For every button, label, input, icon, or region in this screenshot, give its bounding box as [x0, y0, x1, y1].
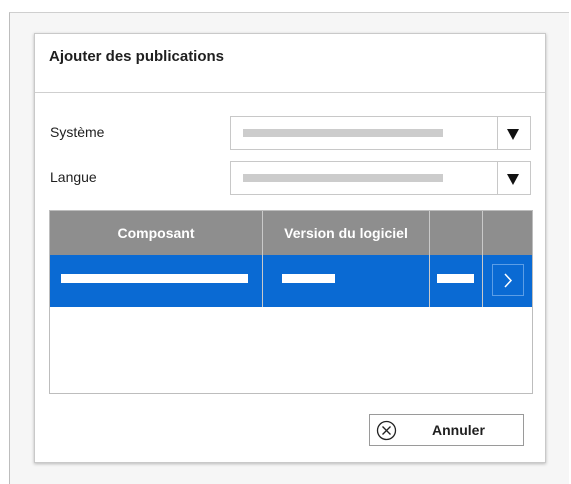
column-header-software-version[interactable]: Version du logiciel	[263, 211, 429, 255]
extra-cell-value	[437, 274, 474, 283]
cancel-button[interactable]: Annuler	[369, 414, 524, 446]
component-cell-value	[61, 274, 248, 283]
version-cell-value	[282, 274, 335, 283]
system-label: Système	[50, 124, 105, 140]
column-divider	[482, 211, 483, 307]
language-label: Langue	[50, 169, 97, 185]
language-dropdown-value	[243, 174, 443, 182]
title-divider	[35, 92, 545, 93]
row-details-button[interactable]	[492, 264, 524, 296]
add-publications-dialog: Ajouter des publications Système Langue …	[34, 33, 546, 463]
triangle-down-icon[interactable]	[507, 129, 519, 140]
table-header: Composant Version du logiciel	[50, 211, 532, 255]
column-divider	[429, 211, 430, 307]
dropdown-divider	[497, 162, 498, 194]
table-row[interactable]	[50, 255, 532, 307]
system-dropdown[interactable]	[230, 116, 531, 150]
column-divider	[262, 211, 263, 307]
cancel-button-label: Annuler	[432, 422, 485, 438]
circle-x-icon	[376, 420, 397, 441]
dropdown-divider	[497, 117, 498, 149]
chevron-right-icon	[504, 273, 513, 288]
publications-table: Composant Version du logiciel	[49, 210, 533, 394]
system-dropdown-value	[243, 129, 443, 137]
column-header-component[interactable]: Composant	[50, 211, 262, 255]
column-header-empty	[430, 211, 482, 255]
dialog-title: Ajouter des publications	[49, 48, 225, 65]
triangle-down-icon[interactable]	[507, 174, 519, 185]
language-dropdown[interactable]	[230, 161, 531, 195]
